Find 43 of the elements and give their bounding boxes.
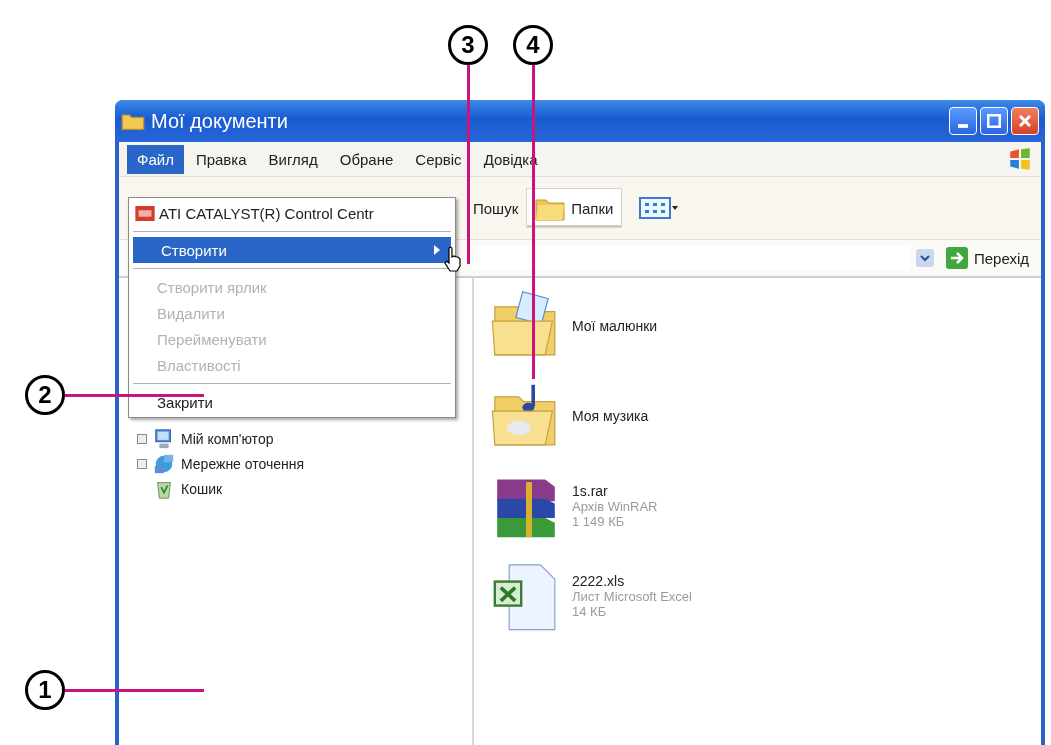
menu-item[interactable]: Вигляд [258,144,328,174]
menu-item[interactable]: Сервіс [405,144,472,174]
folder-icon [121,111,145,131]
menu-item[interactable]: Правка [185,144,257,174]
view-grid-icon [639,197,680,219]
menu-item[interactable]: Обране [329,144,404,174]
file-name[interactable]: Мої малюнки [572,318,658,334]
callout-number: 1 [25,670,65,710]
search-button[interactable]: Пошук [473,199,519,217]
tree-item[interactable]: Мережне оточення [181,456,305,472]
callout-number: 4 [513,25,553,65]
file-name[interactable]: 1s.rar [572,483,658,499]
close-button[interactable] [1011,107,1039,135]
tree-item[interactable]: Кошик [181,481,223,497]
expand-icon[interactable] [137,434,147,444]
menu-option[interactable]: ATI CATALYST(R) Control Centr [129,200,455,226]
menu-option[interactable]: Закрити [129,389,455,415]
network-icon [153,453,175,475]
file-size: 14 КБ [572,604,608,619]
menu-option[interactable]: Створити [133,237,451,263]
folders-button[interactable]: Папки [526,188,623,228]
minimize-icon [958,124,968,128]
address-field[interactable] [473,246,910,270]
file-type: Архів WinRAR [572,499,658,514]
app-icon [135,205,155,221]
expand-icon[interactable] [137,459,147,469]
tree-item[interactable]: Мій комп'ютор [181,431,274,447]
windows-logo-icon [1007,146,1033,172]
dropdown-icon[interactable] [915,249,934,267]
file-name[interactable]: Моя музика [572,408,649,424]
submenu-arrow-icon [433,244,441,256]
callout-number: 3 [448,25,488,65]
go-button[interactable]: Перехід [939,246,1035,270]
file-name[interactable]: 2222.xls [572,573,692,589]
file-size: 1 149 КБ [572,514,626,529]
maximize-button[interactable] [980,107,1008,135]
window-title: Мої документи [151,109,289,133]
close-icon [1019,115,1031,127]
callout-number: 2 [25,375,65,415]
minimize-button[interactable] [949,107,977,135]
file-type: Лист Microsoft Excel [572,589,692,604]
menu-item[interactable]: Файл [127,144,184,174]
maximize-icon [987,114,1001,128]
